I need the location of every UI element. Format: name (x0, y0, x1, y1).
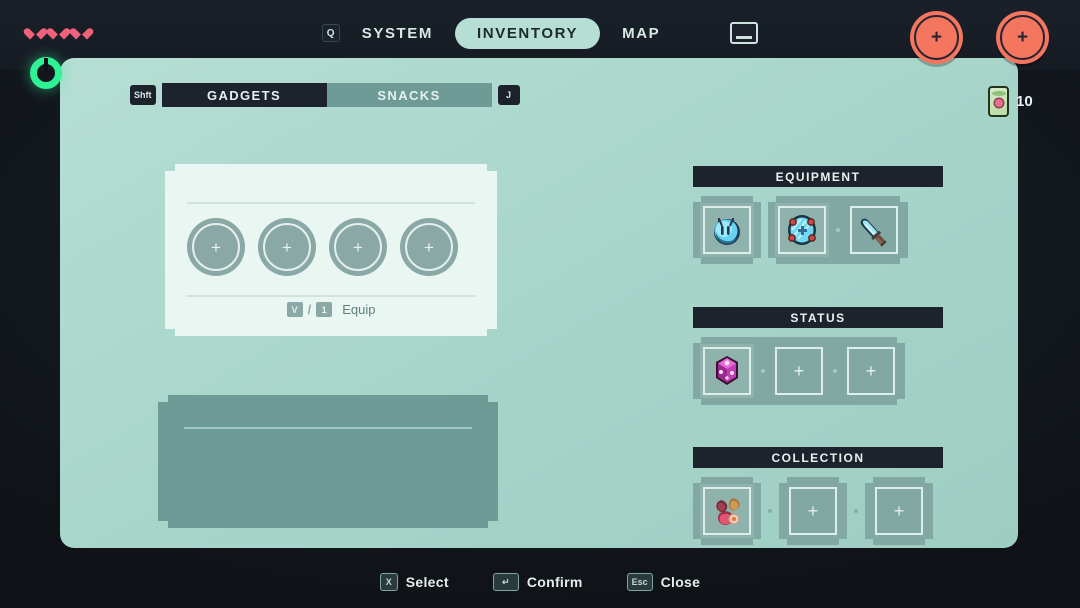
hint-select[interactable]: X Select (379, 573, 449, 591)
slot-separator-dot (768, 509, 772, 513)
cyan-blade-sword-icon (854, 210, 894, 250)
section-collection: COLLECTION + + (693, 447, 943, 545)
equipment-slot-groups (693, 196, 943, 264)
equipment-group-head (693, 196, 761, 264)
collection-group-3: + (865, 477, 933, 545)
equip-hint-key-b: 1 (316, 302, 332, 317)
status-slot-plus: + (793, 361, 805, 381)
collection-slot-1[interactable] (700, 484, 754, 538)
spacebar-icon (730, 22, 759, 44)
collection-slot-plus: + (807, 501, 819, 521)
equipment-group-weapons (768, 196, 908, 264)
gadget-slot[interactable]: + (400, 218, 458, 276)
slot-separator-dot (836, 228, 840, 232)
gadget-slot-plus: + (211, 237, 221, 257)
nav-next-key[interactable] (730, 22, 759, 44)
collection-slot-3[interactable]: + (872, 484, 926, 538)
left-shoulder-button[interactable]: + (910, 11, 963, 64)
left-shoulder-label: + (930, 27, 943, 48)
category-tab-row: Shft GADGETS SNACKS J (130, 83, 520, 107)
equipment-slot-head[interactable] (700, 203, 754, 257)
status-slot-2[interactable]: + (772, 344, 826, 398)
section-status: STATUS + + (693, 307, 943, 405)
hint-close-label: Close (660, 574, 701, 590)
right-shoulder-label: + (1016, 27, 1029, 48)
equipment-slot-weapon[interactable] (847, 203, 901, 257)
hint-confirm-label: Confirm (526, 574, 583, 590)
description-divider (184, 427, 472, 429)
gadget-slot[interactable]: + (187, 218, 245, 276)
grid-divider-bottom (187, 295, 475, 297)
hint-confirm[interactable]: ↵ Confirm (492, 573, 583, 591)
collection-group-1 (693, 477, 761, 545)
magenta-crystal-icon (707, 351, 747, 391)
blue-creature-helmet-icon (707, 210, 747, 250)
currency-display: 10 (988, 86, 1033, 117)
equip-hint-separator: / (307, 302, 312, 317)
category-next-key[interactable]: J (497, 85, 520, 105)
equip-hint-key-a: V (287, 302, 303, 317)
slot-separator-dot (833, 369, 837, 373)
inventory-panel: Shft GADGETS SNACKS J + + + + V / 1 Equi… (60, 58, 1018, 548)
section-equipment: EQUIPMENT (693, 166, 943, 264)
money-card-icon (988, 86, 1009, 117)
gadget-slot[interactable]: + (329, 218, 387, 276)
tab-inventory[interactable]: INVENTORY (455, 17, 601, 49)
gadget-slot-plus: + (282, 237, 292, 257)
category-tab-gadgets[interactable]: GADGETS (161, 83, 327, 107)
key-x: X (379, 573, 398, 591)
gadget-slot-row: + + + + (187, 218, 458, 276)
gadget-slot-plus: + (424, 237, 434, 257)
slot-separator-dot (854, 509, 858, 513)
cyan-shield-orb-icon (782, 210, 822, 250)
section-title-status: STATUS (693, 307, 943, 328)
category-prev-key[interactable]: Shft (130, 85, 156, 105)
status-slot-plus: + (865, 361, 877, 381)
hint-close[interactable]: Esc Close (626, 573, 701, 591)
gadget-slot-plus: + (353, 237, 363, 257)
bottom-hint-bar: X Select ↵ Confirm Esc Close (0, 556, 1080, 608)
status-slot-1[interactable] (700, 344, 754, 398)
collection-slot-2[interactable]: + (786, 484, 840, 538)
currency-count: 10 (1016, 93, 1033, 110)
category-tab-snacks[interactable]: SNACKS (326, 83, 492, 107)
collection-group-2: + (779, 477, 847, 545)
section-title-collection: COLLECTION (693, 447, 943, 468)
section-title-equipment: EQUIPMENT (693, 166, 943, 187)
tab-system[interactable]: SYSTEM (340, 18, 455, 49)
status-slot-groups: + + (693, 337, 943, 405)
category-tabs: GADGETS SNACKS (161, 83, 492, 107)
equip-hint-label: Equip (342, 302, 376, 317)
item-description-card (158, 395, 498, 528)
status-group: + + (693, 337, 905, 405)
key-enter: ↵ (492, 573, 519, 591)
stamina-ring-icon (30, 57, 62, 89)
collection-slot-plus: + (893, 501, 905, 521)
right-shoulder-button[interactable]: + (996, 11, 1049, 64)
nav-prev-key[interactable]: Q (321, 24, 340, 42)
grid-divider-top (187, 202, 475, 204)
equipment-slot-shield[interactable] (775, 203, 829, 257)
red-meat-cluster-icon (707, 491, 747, 531)
hint-select-label: Select (405, 574, 449, 590)
status-slot-3[interactable]: + (844, 344, 898, 398)
equip-hint: V / 1 Equip (165, 302, 497, 317)
collection-slot-groups: + + (693, 477, 943, 545)
gadget-slot[interactable]: + (258, 218, 316, 276)
slot-separator-dot (761, 369, 765, 373)
gadget-grid-card: + + + + V / 1 Equip (165, 164, 497, 336)
key-esc: Esc (626, 573, 653, 591)
tab-map[interactable]: MAP (600, 18, 682, 49)
